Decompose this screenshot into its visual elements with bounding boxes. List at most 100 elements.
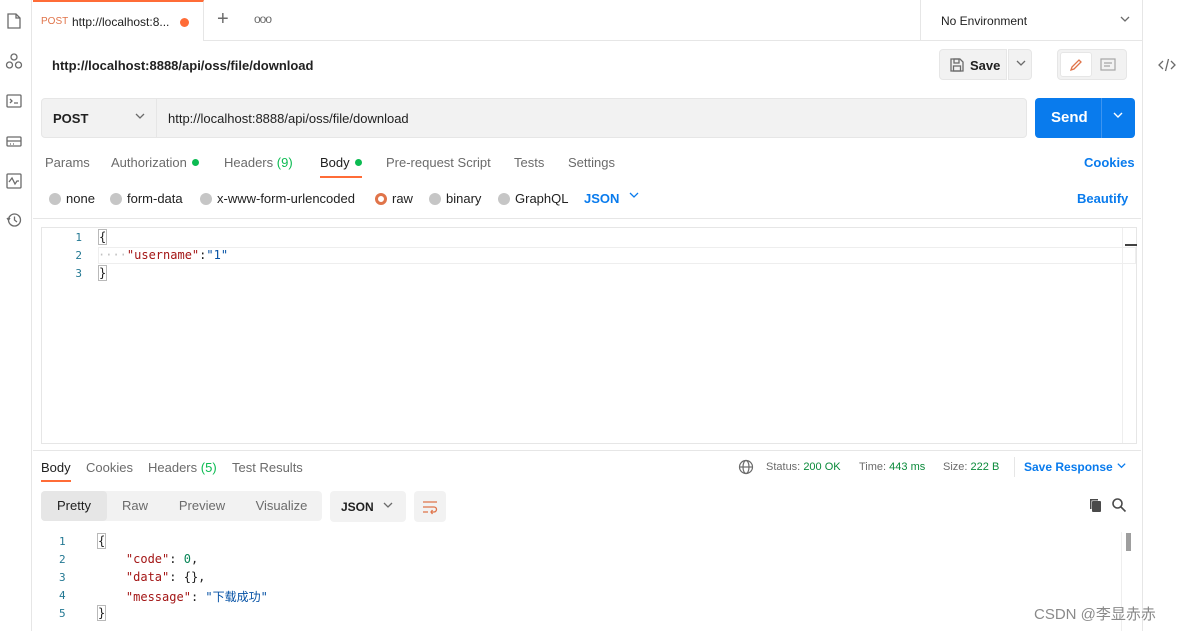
search-icon[interactable] [1111, 497, 1127, 513]
radio-graphql[interactable]: GraphQL [498, 191, 568, 206]
response-tab-cookies[interactable]: Cookies [86, 460, 133, 475]
environment-selector[interactable]: No Environment [920, 0, 1140, 41]
tab-pre-request-script[interactable]: Pre-request Script [386, 155, 491, 170]
time-info[interactable]: Time: 443 ms [859, 461, 925, 473]
comments-icon[interactable] [1099, 56, 1117, 74]
response-tab-body[interactable]: Body [41, 460, 71, 475]
pencil-icon [1069, 59, 1082, 72]
right-sidebar [1142, 0, 1187, 631]
code-line: } [98, 265, 108, 281]
response-format-select[interactable]: JSON [330, 491, 406, 522]
view-preview[interactable]: Preview [165, 491, 239, 521]
active-tab-indicator [320, 176, 362, 178]
brace: } [97, 605, 107, 621]
environment-label: No Environment [941, 14, 1028, 28]
body-format-select[interactable]: JSON [584, 191, 639, 206]
save-button[interactable]: Save [939, 49, 1007, 80]
history-icon[interactable] [5, 211, 23, 229]
mode-toggle [1057, 49, 1127, 80]
radio-circle [498, 193, 510, 205]
tab-settings[interactable]: Settings [568, 155, 615, 170]
save-response-label: Save Response [1024, 460, 1113, 474]
line-number: 3 [75, 267, 82, 280]
json-key: "message" [125, 590, 191, 604]
beautify-link[interactable]: Beautify [1077, 191, 1128, 206]
request-title[interactable]: http://localhost:8888/api/oss/file/downl… [52, 58, 313, 73]
status-label: Status: [766, 461, 801, 473]
code-snippet-icon[interactable] [1158, 56, 1176, 74]
apis-icon[interactable] [5, 52, 23, 70]
radio-x-www-form-urlencoded[interactable]: x-www-form-urlencoded [200, 191, 355, 206]
json-key: "data" [125, 570, 170, 584]
radio-label: form-data [127, 191, 183, 206]
tab-authorization-label: Authorization [111, 155, 187, 170]
radio-binary[interactable]: binary [429, 191, 481, 206]
size-label: Size: [943, 461, 968, 473]
radio-form-data[interactable]: form-data [110, 191, 183, 206]
tab-authorization[interactable]: Authorization [111, 155, 199, 170]
request-body-editor[interactable]: 1 2 3 { ····"username":"1" } [41, 227, 1137, 444]
line-number: 1 [59, 535, 66, 548]
method-select[interactable]: POST [42, 99, 157, 137]
size-value: 222 B [970, 461, 1000, 473]
json-value: {} [183, 570, 199, 584]
response-tab-headers[interactable]: Headers (5) [148, 460, 217, 475]
radio-circle [429, 193, 441, 205]
json-value: "下载成功" [205, 590, 268, 604]
scroll-marker [1125, 244, 1137, 246]
tab-method: POST [41, 16, 69, 27]
view-pretty[interactable]: Pretty [41, 491, 107, 521]
json-value: 0 [183, 552, 191, 566]
copy-icon[interactable] [1087, 497, 1103, 513]
tab-tests[interactable]: Tests [514, 155, 544, 170]
json-key: "username" [126, 248, 200, 262]
send-options-chevron-icon[interactable] [1112, 109, 1124, 124]
size-info[interactable]: Size: 222 B [943, 461, 999, 473]
request-tab[interactable]: POST http://localhost:8... [33, 0, 204, 41]
response-format-label: JSON [341, 500, 374, 514]
left-sidebar [0, 0, 32, 631]
more-tabs-icon[interactable]: ooo [254, 12, 272, 26]
brace: } [98, 265, 108, 281]
view-visualize[interactable]: Visualize [241, 491, 322, 521]
radio-label: GraphQL [515, 191, 569, 206]
radio-raw[interactable]: raw [375, 191, 413, 206]
radio-none[interactable]: none [49, 191, 95, 206]
radio-label: raw [392, 191, 413, 206]
code-line: "data": {}, [125, 570, 206, 584]
save-dropdown-button[interactable] [1008, 49, 1032, 80]
response-tab-test-results[interactable]: Test Results [232, 460, 303, 475]
send-button[interactable]: Send [1035, 98, 1135, 138]
editor-scrollbar[interactable] [1122, 228, 1137, 443]
line-number: 3 [59, 571, 66, 584]
environments-icon[interactable] [5, 92, 23, 110]
scroll-thumb [1126, 533, 1131, 551]
code-line: { [97, 533, 107, 549]
code-line: } [97, 605, 107, 621]
tab-params[interactable]: Params [45, 155, 90, 170]
edit-mode-button[interactable] [1060, 52, 1092, 77]
tab-headers[interactable]: Headers (9) [224, 155, 293, 170]
url-input[interactable]: http://localhost:8888/api/oss/file/downl… [168, 111, 409, 126]
view-raw[interactable]: Raw [107, 491, 163, 521]
new-tab-plus-icon[interactable]: + [217, 9, 229, 29]
tab-body[interactable]: Body [320, 155, 362, 170]
tab-headers-label: Headers [224, 155, 274, 170]
code-line: "code": 0, [125, 552, 199, 566]
time-value: 443 ms [889, 461, 926, 473]
collections-icon[interactable] [5, 12, 23, 30]
response-body-viewer[interactable]: 1 2 3 4 5 { "code": 0, "data": {}, "mess… [41, 532, 1133, 631]
save-label: Save [970, 58, 1001, 73]
save-response-button[interactable]: Save Response [1024, 460, 1127, 474]
watermark: CSDN @李显赤赤 [1034, 606, 1156, 623]
cookies-link[interactable]: Cookies [1084, 155, 1135, 170]
mock-servers-icon[interactable] [5, 132, 23, 150]
send-divider [1101, 98, 1102, 138]
globe-icon[interactable] [738, 459, 754, 475]
method-value: POST [53, 111, 89, 126]
brace: { [97, 533, 107, 549]
divider [33, 218, 1141, 219]
wrap-lines-button[interactable] [414, 491, 446, 522]
status-info[interactable]: Status: 200 OK [766, 461, 841, 473]
monitors-icon[interactable] [5, 172, 23, 190]
